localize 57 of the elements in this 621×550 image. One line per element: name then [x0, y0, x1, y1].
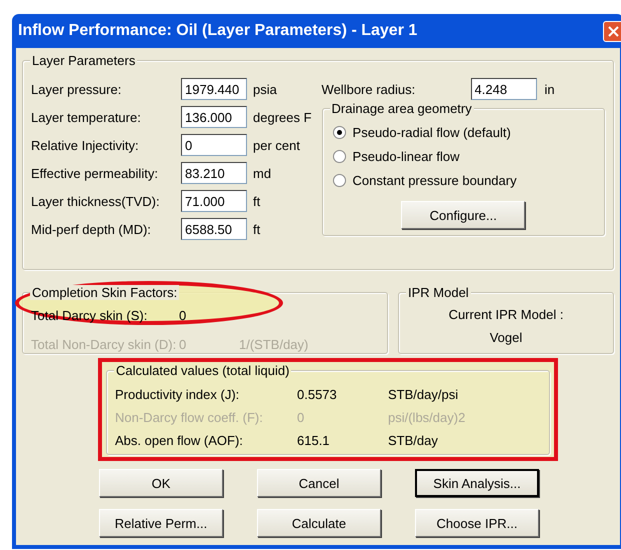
- unit-label: psi/(lbs/day)2: [388, 410, 466, 425]
- group-title: Drainage area geometry: [330, 101, 474, 116]
- unit-label: STB/day: [388, 433, 439, 448]
- dialog-button[interactable]: OK: [99, 469, 223, 497]
- ipr-model-value: Vogel: [490, 330, 522, 345]
- field-label: Layer pressure:: [31, 82, 122, 96]
- unit-label: ft: [253, 222, 262, 236]
- configure-button[interactable]: Configure...: [401, 201, 526, 229]
- unit-label: STB/day/psi: [388, 387, 460, 402]
- field-label: Effective permeability:: [31, 166, 159, 180]
- unit-label: md: [253, 166, 272, 180]
- ipr-model-label: Current IPR Model :: [448, 307, 564, 322]
- value-text: 0: [179, 308, 188, 323]
- unit-label: degrees F: [253, 110, 312, 124]
- dialog-button[interactable]: Cancel: [257, 469, 381, 497]
- close-icon: [608, 26, 619, 36]
- close-button[interactable]: [603, 20, 621, 42]
- input-field[interactable]: 0: [181, 134, 247, 156]
- group-title: IPR Model: [406, 285, 471, 300]
- value-text: 0: [297, 410, 306, 425]
- unit-label: psia: [253, 82, 278, 96]
- group-title: Layer Parameters: [30, 53, 138, 68]
- field-label: Relative Injectivity:: [31, 138, 140, 152]
- field-label: Wellbore radius:: [322, 82, 416, 96]
- value-text: 0: [179, 337, 188, 352]
- radio-label[interactable]: Pseudo-linear flow: [352, 149, 460, 164]
- window-title: Inflow Performance: Oil (Layer Parameters) - Layer 1: [18, 22, 418, 40]
- unit-label: per cent: [253, 138, 301, 152]
- input-field[interactable]: 6588.50: [181, 218, 247, 240]
- radio-label[interactable]: Constant pressure boundary: [352, 173, 517, 188]
- value-text: 615.1: [297, 433, 331, 448]
- field-label: Total Non-Darcy skin (D):: [31, 337, 178, 352]
- input-field[interactable]: 136.000: [181, 106, 247, 128]
- input-field[interactable]: 71.000: [181, 190, 247, 212]
- field-label: Mid-perf depth (MD):: [31, 222, 152, 236]
- unit-label: 1/(STB/day): [239, 337, 310, 352]
- input-field[interactable]: 83.210: [181, 162, 247, 184]
- dialog-button[interactable]: Calculate: [257, 509, 381, 537]
- group-title: Completion Skin Factors:: [30, 285, 180, 300]
- dialog-button[interactable]: Choose IPR...: [415, 509, 539, 537]
- dialog-button[interactable]: Relative Perm...: [99, 509, 223, 537]
- radio-button[interactable]: [332, 150, 346, 163]
- input-field[interactable]: 1979.440: [181, 78, 247, 100]
- radio-button[interactable]: [332, 174, 346, 187]
- field-label: Non-Darcy flow coeff. (F):: [115, 410, 264, 425]
- value-text: 0.5573: [297, 387, 338, 402]
- radio-label[interactable]: Pseudo-radial flow (default): [352, 125, 511, 140]
- unit-label: ft: [253, 194, 262, 208]
- radio-button[interactable]: [332, 126, 346, 139]
- dialog-button[interactable]: Skin Analysis...: [415, 469, 539, 497]
- field-label: Layer thickness(TVD):: [31, 194, 161, 208]
- field-label: Productivity index (J):: [115, 387, 240, 402]
- field-label: Abs. open flow (AOF):: [115, 433, 244, 448]
- input-field[interactable]: 4.248: [470, 78, 537, 100]
- field-label: Layer temperature:: [31, 110, 142, 124]
- group-title: Calculated values (total liquid): [114, 363, 292, 378]
- unit-label: in: [544, 82, 556, 96]
